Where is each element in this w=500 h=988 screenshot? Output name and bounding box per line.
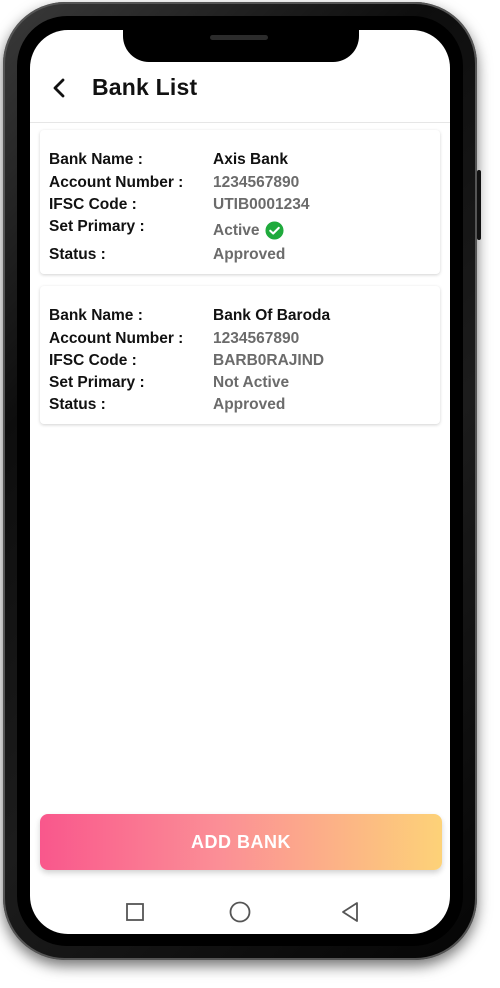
bank-name-value: Axis Bank	[213, 151, 288, 168]
triangle-back-icon	[342, 902, 358, 922]
ifsc-label: IFSC Code :	[49, 196, 137, 213]
phone-notch	[123, 28, 359, 62]
app-screen: Bank List Bank Name : Axis Bank Account …	[30, 30, 450, 934]
status-value: Approved	[213, 246, 286, 263]
account-number-label: Account Number :	[49, 330, 184, 347]
chevron-left-icon[interactable]	[48, 76, 72, 100]
phone-speaker	[210, 35, 268, 40]
circle-icon	[229, 901, 251, 923]
status-label: Status :	[49, 396, 106, 413]
bank-name-label: Bank Name :	[49, 151, 143, 168]
set-primary-value: Active	[213, 221, 284, 240]
ifsc-value: BARB0RAJIND	[213, 352, 325, 369]
set-primary-label: Set Primary :	[49, 374, 145, 391]
power-button	[477, 170, 481, 240]
set-primary-text: Active	[213, 221, 260, 239]
ifsc-value: UTIB0001234	[213, 196, 310, 213]
system-nav-bar	[30, 892, 450, 934]
nav-back-button[interactable]	[330, 892, 370, 932]
account-number-label: Account Number :	[49, 174, 184, 191]
check-circle-icon	[265, 221, 284, 240]
recents-button[interactable]	[115, 892, 155, 932]
add-bank-button[interactable]: ADD BANK	[40, 814, 442, 870]
bank-name-label: Bank Name :	[49, 307, 143, 324]
bank-account-card[interactable]: Bank Name : Axis Bank Account Number : 1…	[40, 130, 440, 274]
status-value: Approved	[213, 396, 286, 413]
bank-name-value: Bank Of Baroda	[213, 307, 331, 324]
square-icon	[126, 903, 144, 921]
set-primary-value: Not Active	[213, 374, 290, 391]
status-label: Status :	[49, 246, 106, 263]
account-number-value: 1234567890	[213, 174, 300, 191]
ifsc-label: IFSC Code :	[49, 352, 137, 369]
account-number-value: 1234567890	[213, 330, 300, 347]
bank-account-card[interactable]: Bank Name : Bank Of Baroda Account Numbe…	[40, 286, 440, 424]
page-title: Bank List	[92, 74, 198, 100]
home-button[interactable]	[220, 892, 260, 932]
set-primary-label: Set Primary :	[49, 218, 145, 235]
